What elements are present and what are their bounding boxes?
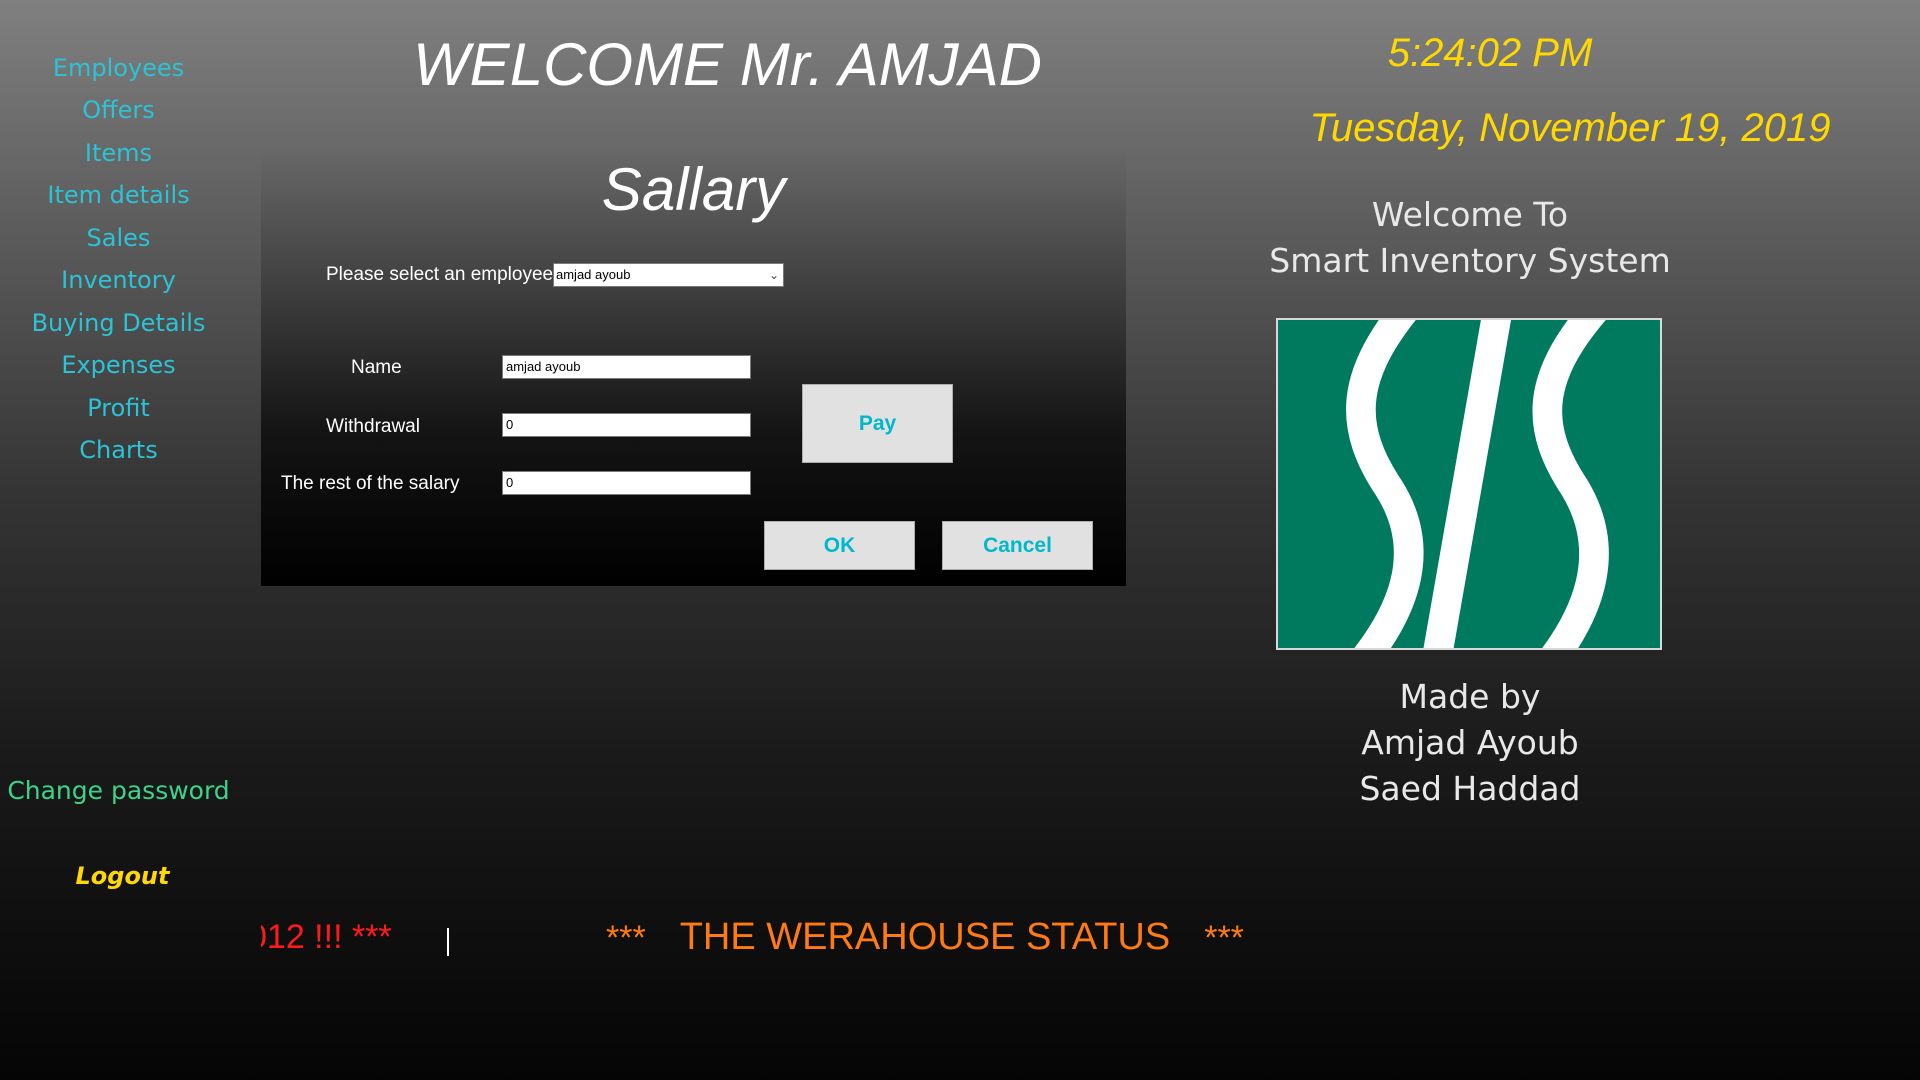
sis-logo-icon (1276, 318, 1662, 650)
employee-select[interactable]: amjad ayoub ⌄ (553, 263, 784, 287)
sidebar-item-profit[interactable]: Profit (0, 393, 237, 423)
ticker-caret (447, 928, 449, 956)
credits-text: Made by Amjad Ayoub Saed Haddad (1230, 674, 1710, 812)
sidebar-item-offers[interactable]: Offers (0, 95, 237, 125)
pay-button[interactable]: Pay (802, 384, 953, 463)
sidebar-item-sales[interactable]: Sales (0, 223, 237, 253)
sidebar-item-items[interactable]: Items (0, 138, 237, 168)
name-label: Name (351, 357, 402, 378)
chevron-down-icon[interactable]: ⌄ (769, 264, 779, 286)
author-name-1: Amjad Ayoub (1361, 723, 1579, 762)
welcome-line: Welcome To (1371, 195, 1569, 234)
ok-button[interactable]: OK (764, 521, 915, 570)
sidebar-item-item-details[interactable]: Item details (0, 180, 237, 210)
sidebar-item-inventory[interactable]: Inventory (0, 265, 237, 295)
dialog-title: Sallary (601, 156, 786, 223)
sidebar-item-buying-details[interactable]: Buying Details (0, 308, 237, 338)
withdrawal-field[interactable]: 0 (502, 413, 751, 437)
system-welcome-text: Welcome To Smart Inventory System (1230, 192, 1710, 284)
name-field[interactable]: amjad ayoub (502, 355, 751, 379)
current-date: Tuesday, November 19, 2019 (1309, 106, 1831, 150)
sidebar-item-charts[interactable]: Charts (0, 435, 237, 465)
author-name-2: Saed Haddad (1359, 769, 1581, 808)
sidebar-item-employees[interactable]: Employees (0, 53, 237, 83)
ticker-message: THE WERAHOUSE STATUS (679, 916, 1171, 958)
rest-salary-field[interactable]: 0 (502, 471, 751, 495)
rest-salary-label: The rest of the salary (281, 473, 460, 494)
cancel-button[interactable]: Cancel (942, 521, 1093, 570)
withdrawal-label: Withdrawal (326, 416, 420, 437)
warehouse-status-ticker: *** THE WERAHOUSE STATUS *** (606, 915, 1278, 961)
clock-time: 5:24:02 PM (1387, 31, 1593, 75)
logout-link[interactable]: Logout (0, 861, 245, 891)
ticker-stars-left: *** (606, 919, 646, 957)
change-password-link[interactable]: Change password (0, 775, 237, 807)
ticker-stars-right: *** (1204, 919, 1244, 957)
ticker-fragment: 012 !!! *** (261, 918, 392, 956)
sidebar-item-expenses[interactable]: Expenses (0, 350, 237, 380)
welcome-title: WELCOME Mr. AMJAD (413, 31, 1042, 98)
ticker-previous-message: 012 !!! *** (261, 915, 461, 960)
employee-select-label: Please select an employee (326, 264, 554, 285)
salary-dialog: Sallary Please select an employee amjad … (261, 143, 1126, 586)
system-name: Smart Inventory System (1269, 241, 1671, 280)
employee-select-value: amjad ayoub (556, 267, 631, 282)
made-by-label: Made by (1399, 677, 1541, 716)
